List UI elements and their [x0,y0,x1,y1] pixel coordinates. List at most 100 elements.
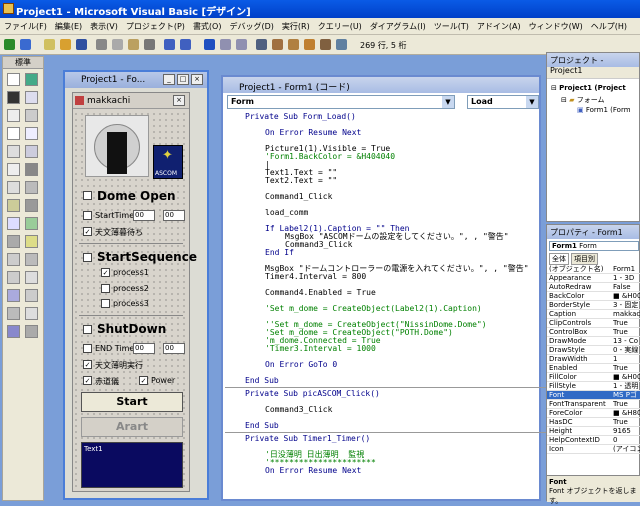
property-row[interactable]: AutoRedraw False [547,283,640,292]
property-row[interactable]: ClipControls True [547,319,640,328]
shutdown-checkbox[interactable] [83,325,92,334]
toolbox-control-icon[interactable] [25,109,38,122]
property-row[interactable]: ForeColor ■ &H80 [547,409,640,418]
add-form-icon[interactable] [20,39,31,50]
property-row[interactable]: Font MS Pゴ [547,391,640,400]
toolbox-control-icon[interactable] [7,199,20,212]
property-row[interactable]: Appearance 1 - 3D [547,274,640,283]
form-close-button[interactable]: × [173,95,185,106]
add-project-icon[interactable] [4,39,15,50]
property-row[interactable]: FillColor ■ &H00 [547,373,640,382]
menu-item[interactable]: 編集(E) [51,18,86,34]
menu-item[interactable]: ヘルプ(H) [587,18,631,34]
procedure-select[interactable]: Load ▼ [467,95,539,109]
save-icon[interactable] [76,39,87,50]
toolbox-control-icon[interactable] [7,127,20,140]
menu-item[interactable]: デバッグ(D) [225,18,277,34]
form-layout-icon[interactable] [288,39,299,50]
copy-icon[interactable] [112,39,123,50]
property-row[interactable]: FillStyle 1 - 透明 [547,382,640,391]
start-minute-select[interactable]: 00 [163,210,185,221]
toolbox-control-icon[interactable] [7,235,20,248]
properties-icon[interactable] [272,39,283,50]
tab-category[interactable]: 項目別 [571,253,598,265]
toolbox-control-icon[interactable] [25,235,38,248]
start-hour-select[interactable]: 00 [133,210,155,221]
toolbox-control-icon[interactable] [25,199,38,212]
cut-icon[interactable] [96,39,107,50]
toolbox-control-icon[interactable] [7,163,20,176]
toolbox-icon[interactable] [320,39,331,50]
tab-all[interactable]: 全体 [549,253,569,265]
end-time-checkbox[interactable] [83,344,92,353]
property-row[interactable]: HelpContextID 0 [547,436,640,445]
process1-checkbox[interactable]: ✓ [101,268,110,277]
paste-icon[interactable] [128,39,139,50]
object-combo[interactable]: Form1 Form [549,241,639,251]
menu-item[interactable]: ダイアグラム(I) [366,18,430,34]
menu-item[interactable]: アドイン(A) [473,18,525,34]
toolbox-control-icon[interactable] [7,73,20,86]
toolbox-control-icon[interactable] [7,253,20,266]
toolbox-control-icon[interactable] [25,307,38,320]
menu-item[interactable]: プロジェクト(P) [122,18,189,34]
power-checkbox[interactable]: ✓ [139,376,148,385]
property-row[interactable]: DrawMode 13 - Co [547,337,640,346]
abort-button[interactable]: Arart [81,417,183,437]
toolbox-control-icon[interactable] [7,325,20,338]
close-button[interactable]: × [191,74,203,85]
tree-root[interactable]: ⊟ Project1 (Project [551,84,626,92]
property-row[interactable]: FontTransparent True [547,400,640,409]
property-row[interactable]: Caption makkach [547,310,640,319]
toolbox-control-icon[interactable] [7,217,20,230]
end-minute-select[interactable]: 00 [163,343,185,354]
stop-icon[interactable] [236,39,247,50]
start-time-checkbox[interactable] [83,211,92,220]
redo-icon[interactable] [180,39,191,50]
property-row[interactable]: BackColor ■ &H000 [547,292,640,301]
toolbox-control-icon[interactable] [25,163,38,176]
log-textbox[interactable]: Text1 [81,442,183,488]
project-explorer-icon[interactable] [256,39,267,50]
toolbox-control-icon[interactable] [25,91,38,104]
toolbox-control-icon[interactable] [25,271,38,284]
property-row[interactable]: Height 9165 [547,427,640,436]
property-row[interactable]: Icon (アイコン) [547,445,640,454]
menu-editor-icon[interactable] [44,39,55,50]
pause-icon[interactable] [220,39,231,50]
dawn-exec-checkbox[interactable]: ✓ [83,360,92,369]
toolbox-control-icon[interactable] [7,271,20,284]
property-row[interactable]: DrawWidth 1 [547,355,640,364]
menu-item[interactable]: クエリー(U) [314,18,366,34]
toolbox-control-icon[interactable] [7,289,20,302]
toolbox-control-icon[interactable] [7,91,20,104]
menu-item[interactable]: ファイル(F) [0,18,51,34]
toolbox-control-icon[interactable] [7,181,20,194]
toolbox-control-icon[interactable] [7,109,20,122]
data-view-icon[interactable] [336,39,347,50]
object-browser-icon[interactable] [304,39,315,50]
weather-wait-checkbox[interactable]: ✓ [83,227,92,236]
property-row[interactable]: (オブジェクト名) Form1 [547,265,640,274]
undo-icon[interactable] [164,39,175,50]
process3-checkbox[interactable] [101,299,110,308]
menu-item[interactable]: 実行(R) [278,18,314,34]
maximize-button[interactable]: □ [177,74,189,85]
toolbox-control-icon[interactable] [7,307,20,320]
toolbox-control-icon[interactable] [25,253,38,266]
tree-item[interactable]: ▣ Form1 (Form [577,106,631,114]
toolbox-control-icon[interactable] [25,145,38,158]
toolbox-control-icon[interactable] [25,289,38,302]
property-row[interactable]: Enabled True [547,364,640,373]
toolbox-control-icon[interactable] [25,127,38,140]
menu-item[interactable]: 書式(O) [189,18,226,34]
toolbox-control-icon[interactable] [25,217,38,230]
ascom-logo[interactable]: ✦ ASCOM [153,145,183,179]
start-sequence-checkbox[interactable] [83,253,92,262]
property-row[interactable]: BorderStyle 3 - 固定 [547,301,640,310]
toolbox-control-icon[interactable] [25,181,38,194]
open-icon[interactable] [60,39,71,50]
object-select[interactable]: Form ▼ [227,95,455,109]
end-hour-select[interactable]: 00 [133,343,155,354]
process2-checkbox[interactable] [101,284,110,293]
